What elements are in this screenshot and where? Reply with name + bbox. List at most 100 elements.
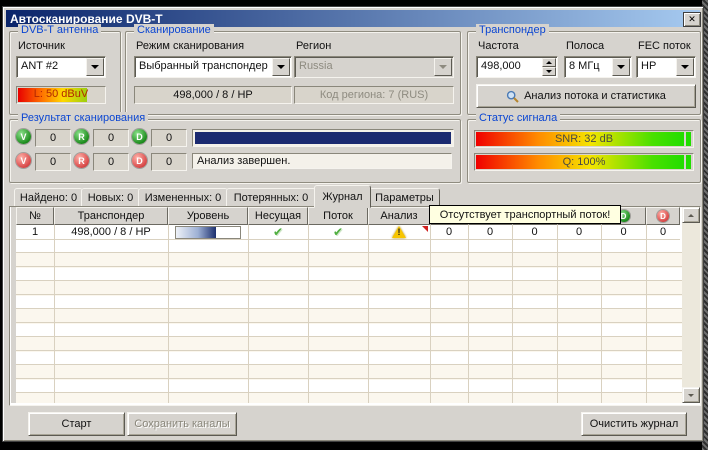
radio-found-count: 0 [93, 129, 129, 147]
gridline [430, 225, 431, 403]
chevron-down-icon[interactable] [612, 58, 630, 76]
video-lost-icon: V [16, 153, 31, 168]
row1-level[interactable] [168, 225, 248, 240]
fec-value: HP [641, 60, 656, 72]
scan-progress-fill [195, 132, 451, 144]
gridline [54, 225, 55, 403]
row1-count-6[interactable]: 0 [646, 225, 680, 240]
chevron-down-icon[interactable] [676, 58, 694, 76]
scan-status-text: Анализ завершен. [192, 153, 452, 169]
video-lost-count: 0 [35, 153, 71, 171]
quality-text: Q: 100% [475, 156, 693, 168]
dialog-window: Автосканирование DVB-T ✕ DVB-T антенна И… [2, 6, 704, 442]
title-bar[interactable]: Автосканирование DVB-T [6, 10, 700, 27]
frequency-spinner[interactable]: 498,000 [476, 56, 558, 78]
data-lost-icon: D [132, 153, 147, 168]
frequency-value: 498,000 [481, 60, 521, 72]
spin-up-icon[interactable] [542, 58, 556, 67]
note-marker-icon [422, 226, 428, 232]
transponder-group-title: Транспондер [476, 24, 549, 36]
bandwidth-label: Полоса [566, 40, 604, 52]
scan-mode-label: Режим сканирования [136, 40, 244, 52]
radio-lost-icon: R [74, 153, 89, 168]
analyze-stream-button[interactable]: Анализ потока и статистика [476, 84, 696, 108]
antenna-level-bar: L: 50 dBuV [16, 86, 106, 104]
col-header-analysis[interactable]: Анализ [368, 207, 430, 225]
radio-found-icon: R [74, 129, 89, 144]
vertical-scrollbar[interactable] [682, 207, 700, 403]
chevron-down-icon[interactable] [272, 58, 290, 76]
gridline [248, 225, 249, 403]
scan-group-title: Сканирование [134, 24, 214, 36]
row1-count-3[interactable]: 0 [512, 225, 557, 240]
row1-stream[interactable]: ✔ [308, 225, 368, 240]
row1-carrier[interactable]: ✔ [248, 225, 308, 240]
gridline [601, 225, 602, 403]
row1-num[interactable]: 1 [16, 225, 54, 240]
region-label: Регион [296, 40, 331, 52]
scan-mode-select[interactable]: Выбранный транспондер [134, 56, 292, 78]
level-meter-fill [176, 227, 216, 238]
source-select[interactable]: ANT #2 [16, 56, 106, 78]
col-header-stream[interactable]: Поток [308, 207, 368, 225]
gridline [368, 225, 369, 403]
start-button[interactable]: Старт [28, 412, 125, 436]
tab-found[interactable]: Найдено: 0 [14, 188, 83, 207]
col-header-transponder[interactable]: Транспондер [54, 207, 168, 225]
col-header-level[interactable]: Уровень [168, 207, 248, 225]
scan-group: Сканирование Режим сканирования Выбранны… [125, 31, 461, 115]
chevron-down-icon[interactable] [86, 58, 104, 76]
d-red-icon: D [657, 210, 669, 222]
chevron-down-icon [434, 58, 452, 76]
row1-count-1[interactable]: 0 [430, 225, 468, 240]
tab-changed[interactable]: Измененных: 0 [138, 188, 228, 207]
magnifier-icon [506, 90, 519, 103]
antenna-group-title: DVB-T антенна [18, 24, 101, 36]
snr-bar: SNR: 32 dB [474, 130, 694, 148]
transponder-group: Транспондер Частота 498,000 Полоса 8 МГц… [467, 31, 701, 115]
warning-icon: ! [391, 226, 407, 239]
row1-count-2[interactable]: 0 [468, 225, 512, 240]
quality-bar: Q: 100% [474, 153, 694, 171]
tooltip: Отсутствует транспортный поток! [429, 205, 621, 224]
level-meter [175, 226, 241, 239]
col-header-num[interactable]: № [16, 207, 54, 225]
radio-lost-count: 0 [93, 153, 129, 171]
clear-journal-button[interactable]: Очистить журнал [581, 412, 687, 436]
region-select: Russia [294, 56, 454, 78]
fec-select[interactable]: HP [636, 56, 696, 78]
fec-label: FEC поток [638, 40, 691, 52]
signal-status-group: Статус сигнала SNR: 32 dB Q: 100% [467, 119, 701, 183]
check-icon: ✔ [333, 225, 343, 239]
frequency-label: Частота [478, 40, 519, 52]
row1-transponder[interactable]: 498,000 / 8 / HP [54, 225, 168, 240]
col-header-d-red[interactable]: D [646, 207, 680, 225]
data-found-icon: D [132, 129, 147, 144]
bandwidth-select[interactable]: 8 МГц [564, 56, 632, 78]
gridline [168, 225, 169, 403]
data-lost-count: 0 [151, 153, 187, 171]
tab-lost[interactable]: Потерянных: 0 [226, 188, 316, 207]
source-label: Источник [18, 40, 65, 52]
col-header-carrier[interactable]: Несущая [248, 207, 308, 225]
row1-count-4[interactable]: 0 [557, 225, 601, 240]
empty-rows [16, 240, 682, 403]
gridline [308, 225, 309, 403]
journal-table: № Транспондер Уровень Несущая Поток Анал… [9, 206, 701, 406]
data-found-count: 0 [151, 129, 187, 147]
scroll-up-icon[interactable] [682, 207, 700, 223]
scan-progress-bar [192, 129, 454, 147]
row1-count-5[interactable]: 0 [601, 225, 646, 240]
antenna-group: DVB-T антенна Источник ANT #2 L: 50 dBuV [9, 31, 121, 115]
snr-text: SNR: 32 dB [475, 133, 693, 145]
row1-analysis[interactable]: ! [368, 225, 430, 240]
save-channels-button[interactable]: Сохранить каналы [127, 412, 237, 436]
spin-down-icon[interactable] [542, 67, 556, 76]
tab-new[interactable]: Новых: 0 [81, 188, 140, 207]
scroll-down-icon[interactable] [682, 387, 700, 403]
scan-result-group-title: Результат сканирования [18, 112, 148, 124]
gridline [512, 225, 513, 403]
bandwidth-value: 8 МГц [569, 60, 600, 72]
close-icon[interactable]: ✕ [683, 12, 701, 27]
tab-journal[interactable]: Журнал [314, 185, 371, 208]
